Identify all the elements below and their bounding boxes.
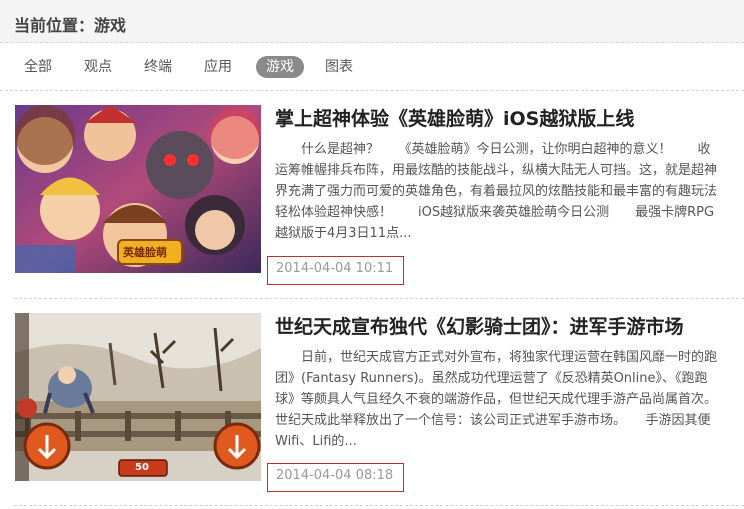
summary-line: 轻松体验超神快感！ iOS越狱版来袭英雄脸萌今日公测 最强卡牌RPG (275, 205, 715, 220)
tab-games[interactable]: 游戏 (256, 56, 304, 78)
summary-line: 界充满了强力而可爱的英雄角色，有着最拉风的炫酷技能和最丰富的有趣玩法 (275, 184, 718, 199)
summary-line: 什么是超神？ 《英雄脸萌》今日公测，让你明白超神的意义！ 收 (275, 142, 711, 157)
game-screenshot-image (15, 313, 261, 481)
article-date: 2014-04-04 08:18 (276, 468, 394, 483)
summary-line: 越狱版于4月3日11点... (275, 226, 412, 241)
tab-charts[interactable]: 图表 (325, 56, 353, 78)
game-logo-text: 英雄脸萌 (123, 246, 167, 259)
summary-line: 球》等颇具人气且经久不衰的端游作品，但世纪天成代理手游产品尚属首次。 (275, 392, 718, 407)
date-highlight-box: 2014-04-04 08:18 (267, 463, 404, 492)
tabs-divider (0, 90, 744, 91)
date-highlight-box: 2014-04-04 10:11 (267, 256, 404, 285)
summary-line: 日前，世纪天成官方正式对外宣布，将独家代理运营在韩国风靡一时的跑 (275, 350, 718, 365)
game-counter-text: 50 (135, 462, 149, 473)
article-divider (14, 298, 744, 299)
article-divider (14, 505, 744, 506)
summary-line: 团》(Fantasy Runners)。虽然成功代理运营了《反恐精英Online… (275, 371, 708, 386)
summary-line: Wifi、Lifi的... (275, 434, 357, 449)
article-summary: 什么是超神？ 《英雄脸萌》今日公测，让你明白超神的意义！ 收 运筹帷幄排兵布阵，… (275, 139, 744, 244)
article-date: 2014-04-04 10:11 (276, 261, 394, 276)
article-thumbnail[interactable]: 英雄脸萌 (15, 105, 261, 273)
tab-apps[interactable]: 应用 (204, 56, 232, 78)
location-header: 当前位置：游戏 (0, 0, 744, 43)
article-title[interactable]: 掌上超神体验《英雄脸萌》iOS越狱版上线 (275, 104, 634, 131)
tab-terminal[interactable]: 终端 (144, 56, 172, 78)
summary-line: 世纪天成此举释放出了一个信号：该公司正式进军手游市场。 手游因其便 (275, 413, 711, 428)
article-title[interactable]: 世纪天成宣布独代《幻影骑士团》：进军手游市场 (275, 312, 684, 339)
article-thumbnail[interactable]: 50 (15, 313, 261, 481)
article-summary: 日前，世纪天成官方正式对外宣布，将独家代理运营在韩国风靡一时的跑 团》(Fant… (275, 347, 744, 452)
breadcrumb: 当前位置：游戏 (14, 16, 127, 35)
tab-opinion[interactable]: 观点 (84, 56, 112, 78)
summary-line: 运筹帷幄排兵布阵，用最炫酷的技能战斗，纵横大陆无人可挡。这，就是超神 (275, 163, 718, 178)
tab-all[interactable]: 全部 (24, 56, 52, 78)
